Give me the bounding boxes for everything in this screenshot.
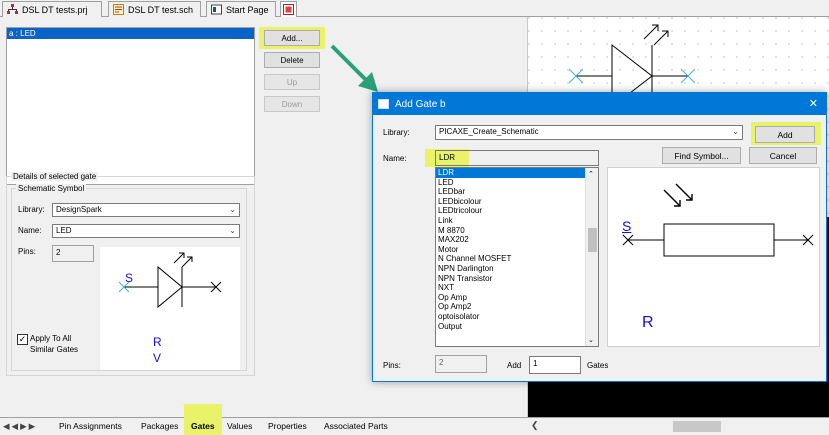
symbol-list-item[interactable]: NPN Transistor bbox=[436, 274, 598, 284]
dialog-pins-label: Pins: bbox=[383, 361, 401, 370]
schematic-icon bbox=[113, 4, 124, 15]
component-editor-icon bbox=[283, 4, 294, 15]
dialog-add-button[interactable]: Add bbox=[755, 126, 815, 143]
symbol-list-item[interactable]: LEDtricolour bbox=[436, 206, 598, 216]
window-icon bbox=[378, 99, 389, 109]
chevron-down-icon[interactable]: ⌄ bbox=[588, 336, 594, 344]
dialog-library-select[interactable]: PICAXE_Create_Schematic ⌄ bbox=[435, 125, 743, 140]
preview-ref-label: R bbox=[642, 314, 654, 331]
dialog-library-value: PICAXE_Create_Schematic bbox=[439, 127, 539, 136]
tab-scroll-arrows[interactable]: ◀◀▶▶ bbox=[3, 419, 37, 434]
chevron-down-icon: ⌄ bbox=[229, 226, 236, 235]
symbol-ref-label: R bbox=[153, 335, 162, 349]
symbol-list-item[interactable]: NXT bbox=[436, 283, 598, 293]
gate-list[interactable]: a : LED bbox=[6, 27, 255, 185]
symbol-name-value: LED bbox=[56, 226, 72, 235]
apply-all-label-line1: Apply To All bbox=[30, 334, 72, 343]
tab-component-editor[interactable] bbox=[280, 1, 297, 17]
library-select-value: DesignSpark bbox=[56, 205, 102, 214]
name-label: Name: bbox=[18, 226, 42, 235]
symbol-list-item[interactable]: Op Amp2 bbox=[436, 302, 598, 312]
symbol-list-item[interactable]: NPN Darlington bbox=[436, 264, 598, 274]
apply-all-checkbox[interactable]: ✓ bbox=[17, 334, 28, 345]
chevron-down-icon: ⌄ bbox=[229, 205, 236, 214]
symbol-list[interactable]: LDR LED LEDbar LEDbicolour LEDtricolour Link M… bbox=[435, 167, 599, 347]
schematic-symbol-group: Schematic Symbol Library: DesignSpark ⌄ … bbox=[11, 184, 247, 371]
tab-schematic-label: DSL DT test.sch bbox=[128, 4, 194, 15]
preview-pin-label: S bbox=[622, 218, 632, 234]
apply-all-label-line2: Similar Gates bbox=[30, 345, 79, 354]
move-down-button[interactable]: Down bbox=[264, 96, 320, 112]
library-select[interactable]: DesignSpark ⌄ bbox=[52, 203, 240, 217]
symbol-list-item[interactable]: Output bbox=[436, 322, 598, 332]
add-gate-dialog: Add Gate b ✕ Library: PICAXE_Create_Sche… bbox=[372, 92, 827, 382]
delete-gate-button[interactable]: Delete bbox=[264, 52, 320, 68]
gates-count-label: Gates bbox=[587, 361, 609, 370]
callout-arrow bbox=[330, 44, 378, 92]
symbol-list-item[interactable]: LEDbicolour bbox=[436, 197, 598, 207]
symbol-list-item[interactable]: optoisolator bbox=[436, 312, 598, 322]
symbol-list-item[interactable]: MAX202 bbox=[436, 235, 598, 245]
details-group-title: Details of selected gate bbox=[11, 172, 99, 181]
pins-value: 2 bbox=[52, 245, 94, 262]
tab-start-page[interactable]: Start Page bbox=[206, 1, 276, 17]
add-count-label: Add bbox=[507, 361, 522, 370]
symbol-value-label: V bbox=[153, 351, 162, 365]
symbol-pin-label: S bbox=[125, 271, 134, 285]
tab-start-page-label: Start Page bbox=[226, 4, 269, 15]
dialog-library-label: Library: bbox=[383, 128, 410, 137]
document-tab-bar: DSL DT tests.prj DSL DT test.sch Start P… bbox=[0, 0, 829, 17]
canvas-horizontal-scrollbar[interactable]: ❮ bbox=[527, 417, 829, 435]
tab-schematic[interactable]: DSL DT test.sch bbox=[108, 1, 201, 17]
dialog-pins-value: 2 bbox=[435, 355, 487, 373]
dialog-titlebar[interactable]: Add Gate b ✕ bbox=[373, 93, 826, 115]
add-gate-button[interactable]: Add... bbox=[264, 30, 320, 46]
symbol-list-item[interactable]: Motor bbox=[436, 245, 598, 255]
tab-project-label: DSL DT tests.prj bbox=[22, 4, 88, 15]
symbol-list-item[interactable]: Op Amp bbox=[436, 293, 598, 303]
tab-packages[interactable]: Packages bbox=[141, 419, 178, 434]
tab-project[interactable]: DSL DT tests.prj bbox=[2, 1, 102, 17]
close-icon[interactable]: ✕ bbox=[809, 97, 818, 110]
ldr-symbol bbox=[622, 183, 814, 257]
tab-gates[interactable]: Gates bbox=[191, 419, 215, 434]
symbol-list-item[interactable]: LED bbox=[436, 178, 598, 188]
tab-associated-parts[interactable]: Associated Parts bbox=[324, 419, 388, 434]
start-page-icon bbox=[211, 4, 222, 15]
scrollbar-thumb[interactable] bbox=[588, 228, 597, 252]
bottom-tab-bar: ◀◀▶▶ Pin Assignments Packages Gates Valu… bbox=[0, 404, 527, 435]
symbol-list-item[interactable]: M 8870 bbox=[436, 226, 598, 236]
symbol-list-item[interactable]: LEDbar bbox=[436, 187, 598, 197]
chevron-left-icon[interactable]: ❮ bbox=[531, 420, 539, 431]
dialog-title: Add Gate b bbox=[395, 98, 446, 110]
scrollbar-thumb[interactable] bbox=[673, 421, 721, 432]
symbol-preview: S R V bbox=[100, 247, 240, 370]
tab-values[interactable]: Values bbox=[227, 419, 252, 434]
move-up-button[interactable]: Up bbox=[264, 74, 320, 90]
chevron-down-icon: ⌄ bbox=[732, 127, 739, 136]
project-icon bbox=[7, 4, 18, 14]
led-symbol bbox=[118, 252, 222, 309]
library-label: Library: bbox=[18, 205, 45, 214]
dialog-name-label: Name: bbox=[383, 154, 407, 163]
details-group: Details of selected gate Schematic Symbo… bbox=[6, 172, 255, 376]
pins-label: Pins: bbox=[18, 247, 36, 256]
dialog-cancel-button[interactable]: Cancel bbox=[749, 147, 817, 164]
add-count-input[interactable]: 1 bbox=[529, 356, 581, 374]
schematic-symbol-title: Schematic Symbol bbox=[16, 184, 87, 193]
symbol-list-scrollbar[interactable]: ⌃ ⌄ bbox=[585, 168, 598, 346]
find-symbol-button[interactable]: Find Symbol... bbox=[662, 147, 741, 164]
tab-pin-assignments[interactable]: Pin Assignments bbox=[59, 419, 122, 434]
symbol-name-select[interactable]: LED ⌄ bbox=[52, 224, 240, 238]
gate-list-item[interactable]: a : LED bbox=[7, 28, 254, 39]
symbol-list-item[interactable]: Link bbox=[436, 216, 598, 226]
chevron-up-icon[interactable]: ⌃ bbox=[588, 170, 594, 178]
dialog-symbol-preview: S R bbox=[607, 167, 820, 347]
dialog-name-input[interactable]: LDR bbox=[435, 150, 599, 166]
symbol-list-item[interactable]: LDR bbox=[436, 168, 598, 178]
symbol-list-item[interactable]: N Channel MOSFET bbox=[436, 254, 598, 264]
symbol-list-items: LDR LED LEDbar LEDbicolour LEDtricolour Link M… bbox=[436, 168, 598, 331]
tab-properties[interactable]: Properties bbox=[268, 419, 307, 434]
